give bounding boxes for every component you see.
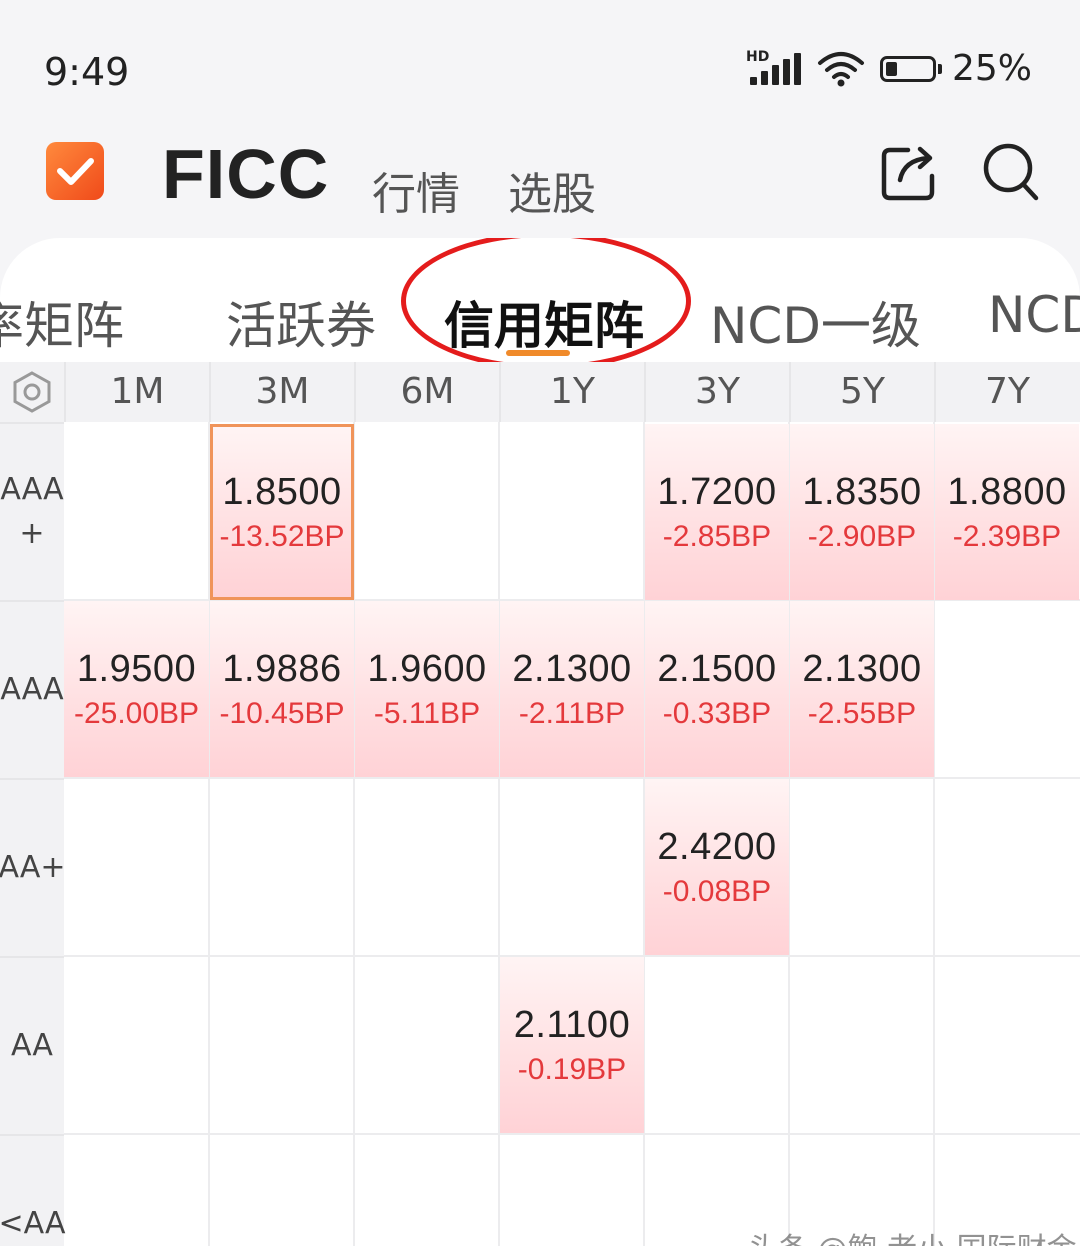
annotation-circle [401,238,691,370]
matrix-cell-aaa-3y[interactable]: 2.1500 -0.33BP [645,601,789,777]
yield-value: 1.9500 [76,647,197,690]
matrix-cell-aa-1y[interactable]: 2.1100 -0.19BP [500,957,644,1133]
yield-change: -2.90BP [807,519,917,553]
yield-change: -10.45BP [219,696,345,730]
row-label-below-aa: <AA [0,1134,66,1246]
yield-change: -0.33BP [662,696,772,730]
hexagon-settings-icon[interactable] [0,362,64,422]
yield-value: 1.8500 [222,470,342,513]
row-label-aa: AA [0,956,64,1134]
row-label-aaa-plus: AAA+ [0,422,64,600]
column-header[interactable]: 7Y [934,362,1079,422]
yield-value: 1.8350 [802,470,922,513]
yield-change: -2.55BP [807,696,917,730]
yield-value: 2.1300 [512,647,632,690]
matrix-header: 1M 3M 6M 1Y 3Y 5Y 7Y [0,362,1080,422]
nav-market[interactable]: 行情 [372,158,460,222]
yield-change: -2.39BP [952,519,1062,553]
matrix-cell-aaa-plus-3y[interactable]: 1.7200 -2.85BP [645,424,789,600]
matrix-cell-aa-plus-3y[interactable]: 2.4200 -0.08BP [645,779,789,955]
yield-value: 2.1300 [802,647,922,690]
matrix-cell-aaa-plus-3m[interactable]: 1.8500 -13.52BP [210,424,354,600]
tab-rate-matrix[interactable]: 率矩阵 [0,286,124,358]
column-header[interactable]: 1M [64,362,209,422]
share-icon[interactable] [878,140,942,204]
yield-value: 1.8800 [947,470,1067,513]
yield-change: -13.52BP [219,519,345,553]
tab-active-bonds[interactable]: 活跃券 [226,286,376,358]
cellular-signal-icon: HD [746,49,802,89]
yield-change: -2.85BP [662,519,772,553]
content-card: 率矩阵 活跃券 信用矩阵 NCD一级 NCD 1M 3M 6M 1Y 3Y 5Y… [0,238,1080,1246]
search-icon[interactable] [978,140,1042,204]
tab-ncd[interactable]: NCD [988,286,1080,344]
matrix-cell-aaa-1y[interactable]: 2.1300 -2.11BP [500,601,644,777]
status-time: 9:49 [44,50,130,94]
column-header[interactable]: 3Y [644,362,789,422]
column-header[interactable]: 1Y [499,362,644,422]
battery-icon: 25% [879,48,1032,89]
yield-value: 1.7200 [657,470,777,513]
nav-stock-picker[interactable]: 选股 [508,158,596,222]
tab-ncd-primary[interactable]: NCD一级 [710,286,921,358]
matrix-cell-aaa-6m[interactable]: 1.9600 -5.11BP [355,601,499,777]
status-icons: HD 25% [746,48,1032,89]
matrix-cell-aaa-plus-5y[interactable]: 1.8350 -2.90BP [790,424,934,600]
yield-change: -25.00BP [73,696,200,730]
checkmark-icon [46,142,104,200]
yield-value: 1.9886 [222,647,342,690]
column-header[interactable]: 5Y [789,362,934,422]
matrix-cell-aaa-5y[interactable]: 2.1300 -2.55BP [790,601,934,777]
row-label-aa-plus: AA+ [0,778,66,956]
column-header[interactable]: 3M [209,362,354,422]
watermark: 头条 @鲍 老小 国际财金 [748,1224,1077,1246]
app-title: FICC [162,135,330,213]
yield-value: 1.9600 [367,647,487,690]
yield-value: 2.4200 [657,825,777,868]
column-header[interactable]: 6M [354,362,499,422]
yield-value: 2.1500 [657,647,777,690]
yield-change: -2.11BP [518,696,626,730]
matrix-cell-aaa-3m[interactable]: 1.9886 -10.45BP [210,601,354,777]
yield-value: 2.1100 [513,1003,631,1046]
wifi-icon [817,51,864,86]
row-label-aaa: AAA [0,600,64,778]
yield-change: -5.11BP [373,696,481,730]
yield-change: -0.19BP [517,1052,627,1086]
matrix-cell-aaa-1m[interactable]: 1.9500 -25.00BP [64,601,209,777]
yield-change: -0.08BP [662,874,772,908]
matrix-cell-aaa-plus-7y[interactable]: 1.8800 -2.39BP [935,424,1079,600]
battery-percent: 25% [951,48,1032,89]
